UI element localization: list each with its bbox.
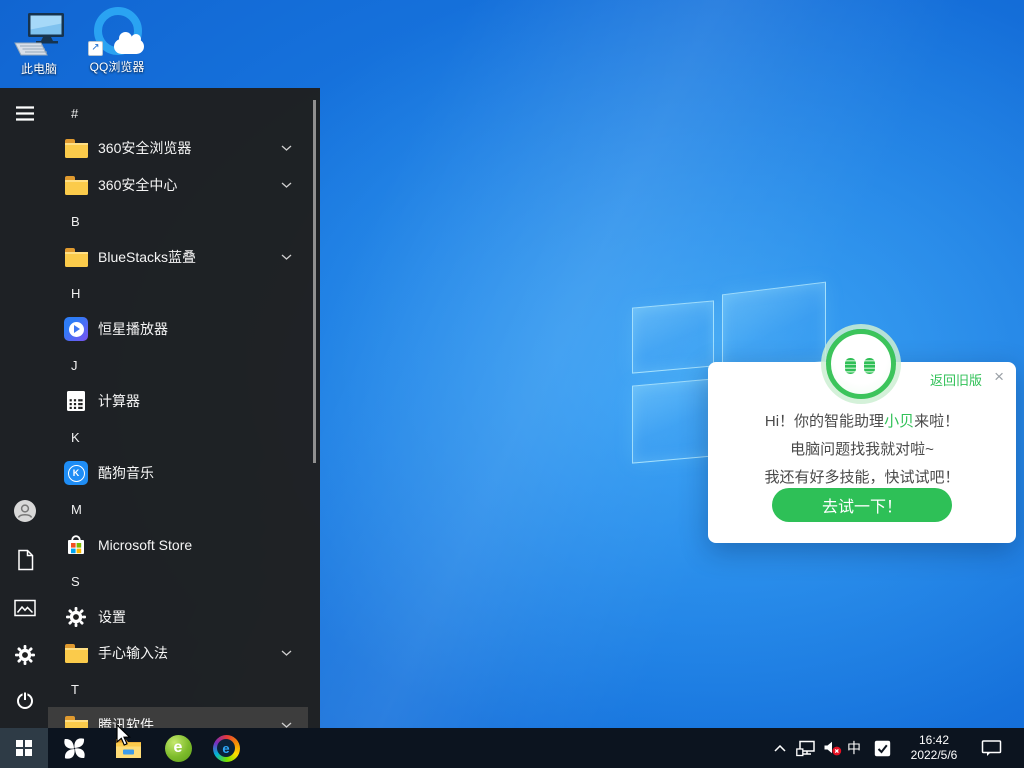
user-avatar-icon xyxy=(13,499,37,523)
section-header-j[interactable]: J xyxy=(71,358,111,373)
calculator-icon xyxy=(65,390,87,412)
start-menu-item-tencent-software[interactable]: 腾讯软件 xyxy=(48,707,308,728)
gear-icon xyxy=(65,606,87,628)
assistant-name: 小贝 xyxy=(884,413,914,430)
kugou-music-icon: K xyxy=(64,461,88,485)
folder-icon xyxy=(65,143,88,158)
popup-message-line1: Hi！你的智能助理小贝来啦！ xyxy=(708,411,1016,433)
start-menu-item-shouxin-ime[interactable]: 手心输入法 xyxy=(48,635,308,671)
start-menu-item-settings[interactable]: 设置 xyxy=(48,599,308,635)
rail-pictures-button[interactable] xyxy=(12,595,38,621)
rail-documents-button[interactable] xyxy=(12,547,38,573)
folder-icon xyxy=(65,252,88,267)
start-menu-item-bluestacks[interactable]: BlueStacks蓝叠 xyxy=(48,239,308,275)
taskbar-colorful-e-browser-button[interactable]: e xyxy=(208,728,244,768)
rail-user-avatar[interactable] xyxy=(12,498,38,524)
start-menu-item-hengxing-player[interactable]: 恒星播放器 xyxy=(48,311,308,347)
start-menu-item-calculator[interactable]: 计算器 xyxy=(48,383,308,419)
colorful-e-browser-icon: e xyxy=(213,735,240,762)
desktop-icon-label: 此电脑 xyxy=(6,60,72,77)
popup-message-line3: 我还有好多技能，快试试吧！ xyxy=(708,467,1016,489)
try-now-button[interactable]: 去试一下！ xyxy=(772,488,952,522)
green-e-browser-icon: e xyxy=(165,735,192,762)
close-icon[interactable]: × xyxy=(994,368,1004,386)
windows-logo-pane xyxy=(632,378,714,463)
popup-message-line2: 电脑问题找我就对啦~ xyxy=(708,439,1016,461)
pictures-icon xyxy=(14,599,36,617)
mascot-eye xyxy=(864,358,875,374)
clock-date: 2022/5/6 xyxy=(911,748,958,763)
this-pc-icon xyxy=(6,6,72,58)
tray-volume-button[interactable] xyxy=(820,728,844,768)
assistant-mascot xyxy=(826,329,896,399)
microsoft-store-icon xyxy=(64,533,88,557)
desktop-icon-label: QQ浏览器 xyxy=(84,58,150,75)
start-menu-item-360-secure-browser[interactable]: 360安全浏览器 xyxy=(48,130,308,166)
section-header-hash[interactable]: # xyxy=(71,106,111,121)
windows-logo-pane xyxy=(722,282,826,375)
start-menu-item-kugou-music[interactable]: K 酷狗音乐 xyxy=(48,455,308,491)
section-header-s[interactable]: S xyxy=(71,574,111,589)
folder-icon xyxy=(65,180,88,195)
section-header-m[interactable]: M xyxy=(71,502,111,517)
taskbar-file-explorer-button[interactable] xyxy=(110,728,146,768)
hamburger-icon xyxy=(15,106,35,121)
start-button[interactable] xyxy=(0,728,48,768)
start-menu-item-360-security-center[interactable]: 360安全中心 xyxy=(48,167,308,203)
rail-hamburger-button[interactable] xyxy=(12,100,38,126)
taskbar-clock[interactable]: 16:42 2022/5/6 xyxy=(898,728,970,768)
mascot-eye xyxy=(845,358,856,374)
taskbar: e e 中 xyxy=(0,728,1024,768)
gear-icon xyxy=(14,644,36,666)
input-method-label: 中 xyxy=(847,738,861,758)
chevron-down-icon xyxy=(281,182,292,188)
shortcut-arrow-badge: ↗ xyxy=(88,41,103,56)
windows-logo-pane xyxy=(632,300,714,373)
chevron-down-icon xyxy=(281,650,292,656)
file-explorer-icon xyxy=(115,737,142,760)
section-header-t[interactable]: T xyxy=(71,682,111,697)
desktop-icon-this-pc[interactable]: 此电脑 xyxy=(6,6,72,77)
desktop: 此电脑 ↗ QQ浏览器 xyxy=(0,0,1024,768)
taskbar-360-browser-button[interactable]: e xyxy=(160,728,196,768)
cloud-shape xyxy=(114,39,144,54)
folder-icon xyxy=(65,720,88,729)
section-header-b[interactable]: B xyxy=(71,214,111,229)
start-menu: # B H J K M S T 360安全浏览器 360安全中心 BlueSta… xyxy=(0,88,320,728)
taskbar-pinwheel-app-button[interactable] xyxy=(58,728,90,768)
chevron-down-icon xyxy=(281,254,292,260)
tray-input-method-indicator[interactable]: 中 xyxy=(843,728,865,768)
rail-power-button[interactable] xyxy=(12,687,38,713)
document-icon xyxy=(16,549,35,571)
rail-settings-button[interactable] xyxy=(12,642,38,668)
tray-expand-button[interactable] xyxy=(768,728,792,768)
tray-security-check-button[interactable] xyxy=(870,728,894,768)
action-center-button[interactable] xyxy=(976,728,1006,768)
folder-icon xyxy=(65,648,88,663)
start-menu-item-microsoft-store[interactable]: Microsoft Store xyxy=(48,527,308,563)
tray-network-button[interactable] xyxy=(794,728,818,768)
chevron-down-icon xyxy=(281,145,292,151)
section-header-k[interactable]: K xyxy=(71,430,111,445)
chevron-up-icon xyxy=(774,745,786,752)
start-menu-scrollbar[interactable] xyxy=(313,100,316,463)
qq-browser-icon: ↗ xyxy=(84,4,150,56)
back-to-old-version-link[interactable]: 返回旧版 xyxy=(930,370,982,389)
desktop-icon-qq-browser[interactable]: ↗ QQ浏览器 xyxy=(84,4,150,75)
network-icon xyxy=(796,740,816,757)
hengxing-player-icon xyxy=(64,317,88,341)
volume-muted-icon xyxy=(823,740,842,756)
security-check-icon xyxy=(874,740,891,757)
pinwheel-icon xyxy=(61,735,88,762)
power-icon xyxy=(14,689,36,711)
section-header-h[interactable]: H xyxy=(71,286,111,301)
action-center-icon xyxy=(981,739,1002,757)
clock-time: 16:42 xyxy=(919,733,949,748)
windows-logo-icon xyxy=(16,740,32,756)
